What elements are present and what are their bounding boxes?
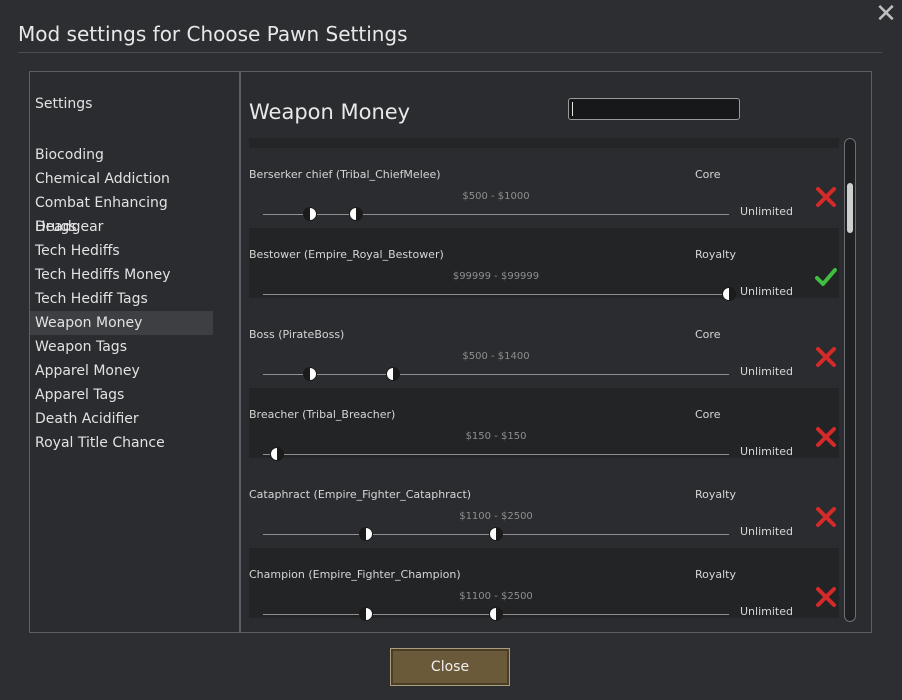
sidebar-item-apparel-money[interactable]: Apparel Money bbox=[30, 359, 213, 383]
row-name: Breacher (Tribal_Breacher) bbox=[249, 408, 396, 421]
row-limit: Unlimited bbox=[740, 605, 793, 618]
sidebar-item-chemical-addiction[interactable]: Chemical Addiction bbox=[30, 167, 213, 191]
row-source: Core bbox=[695, 328, 721, 341]
title-divider bbox=[18, 52, 882, 53]
sidebar-list: Biocoding Chemical Addiction Combat Enhanc… bbox=[30, 143, 239, 455]
row-name: Boss (PirateBoss) bbox=[249, 328, 345, 341]
sidebar-item-royal-title-chance[interactable]: Royal Title Chance bbox=[30, 431, 213, 455]
sidebar-item-tech-hediffs-money[interactable]: Tech Hediffs Money bbox=[30, 263, 213, 287]
close-icon[interactable]: ✕ bbox=[874, 1, 898, 27]
cross-icon[interactable] bbox=[815, 186, 837, 208]
row-name: Cataphract (Empire_Fighter_Cataphract) bbox=[249, 488, 472, 501]
sidebar-item-tech-hediff-tags[interactable]: Tech Hediff Tags bbox=[30, 287, 213, 311]
sidebar-heading: Settings bbox=[35, 96, 93, 112]
row-source: Core bbox=[695, 408, 721, 421]
table-row: Breacher (Tribal_Breacher) Core $150 - $15… bbox=[249, 388, 839, 461]
range-slider-max-handle[interactable] bbox=[489, 527, 503, 541]
row-range: $1100 - $2500 bbox=[459, 511, 533, 522]
sidebar-item-death-acidifier[interactable]: Death Acidifier bbox=[30, 407, 213, 431]
table-row: Bestower (Empire_Royal_Bestower) Royalty $… bbox=[249, 228, 839, 301]
checkmark-icon[interactable] bbox=[815, 266, 837, 288]
range-slider-max-handle[interactable] bbox=[489, 607, 503, 621]
range-slider-min-handle[interactable] bbox=[358, 607, 373, 621]
scrollbar[interactable] bbox=[844, 138, 856, 622]
search-input[interactable] bbox=[568, 98, 740, 120]
sidebar-item-weapon-money[interactable]: Weapon Money bbox=[30, 311, 213, 335]
range-slider-track[interactable] bbox=[263, 454, 729, 455]
cross-icon[interactable] bbox=[815, 506, 837, 528]
range-slider-track[interactable] bbox=[263, 374, 729, 375]
range-slider-track[interactable] bbox=[263, 214, 729, 215]
sidebar-item-biocoding[interactable]: Biocoding bbox=[30, 143, 213, 167]
row-limit: Unlimited bbox=[740, 205, 793, 218]
sidebar-item-apparel-tags[interactable]: Apparel Tags bbox=[30, 383, 213, 407]
row-source: Royalty bbox=[695, 248, 737, 261]
row-source: Royalty bbox=[695, 488, 737, 501]
row-range: $150 - $150 bbox=[465, 431, 527, 442]
sidebar-item-tech-hediffs[interactable]: Tech Hediffs bbox=[30, 239, 213, 263]
close-button[interactable]: Close bbox=[390, 648, 510, 686]
table-row: Berserker chief (Tribal_ChiefMelee) Core $… bbox=[249, 148, 839, 221]
row-range: $500 - $1000 bbox=[462, 191, 530, 202]
row-limit: Unlimited bbox=[740, 445, 793, 458]
dialog-title: Mod settings for Choose Pawn Settings bbox=[18, 22, 408, 46]
list-top-row bbox=[249, 138, 839, 148]
sidebar-item-weapon-tags[interactable]: Weapon Tags bbox=[30, 335, 213, 359]
range-slider-min-handle[interactable] bbox=[358, 527, 373, 541]
range-slider-max-handle[interactable] bbox=[269, 447, 284, 461]
cross-icon[interactable] bbox=[815, 586, 837, 608]
row-limit: Unlimited bbox=[740, 525, 793, 538]
row-limit: Unlimited bbox=[740, 365, 793, 378]
table-row: Boss (PirateBoss) Core $500 - $1400 Unlimit… bbox=[249, 308, 839, 381]
row-name: Berserker chief (Tribal_ChiefMelee) bbox=[249, 168, 441, 181]
table-row: Cataphract (Empire_Fighter_Cataphract) Ro… bbox=[249, 468, 839, 541]
range-slider-max-handle[interactable] bbox=[386, 367, 401, 381]
row-name: Champion (Empire_Fighter_Champion) bbox=[249, 568, 461, 581]
weapon-money-list: Berserker chief (Tribal_ChiefMelee) Core $… bbox=[249, 138, 839, 628]
cross-icon[interactable] bbox=[815, 346, 837, 368]
settings-sidebar: Settings Biocoding Chemical Addiction Comb… bbox=[29, 71, 240, 633]
range-slider-max-handle[interactable] bbox=[349, 207, 364, 221]
cross-icon[interactable] bbox=[815, 426, 837, 448]
row-source: Royalty bbox=[695, 568, 737, 581]
scrollbar-thumb[interactable] bbox=[847, 183, 853, 233]
row-range: $500 - $1400 bbox=[462, 351, 530, 362]
row-source: Core bbox=[695, 168, 721, 181]
sidebar-item-headgear[interactable]: Headgear bbox=[30, 215, 213, 239]
range-slider-min-handle[interactable] bbox=[302, 207, 317, 221]
mod-settings-dialog: ✕ Mod settings for Choose Pawn Settings … bbox=[0, 0, 902, 700]
range-slider-min-handle[interactable] bbox=[302, 367, 317, 381]
row-range: $99999 - $99999 bbox=[452, 271, 540, 282]
settings-content: Weapon Money Berserker chief (Tribal_Chi… bbox=[240, 71, 872, 633]
sidebar-item-combat-enhancing-drugs[interactable]: Combat Enhancing Drugs bbox=[30, 191, 213, 235]
row-limit: Unlimited bbox=[740, 285, 793, 298]
table-row: Champion (Empire_Fighter_Champion) Royalt… bbox=[249, 548, 839, 621]
text-caret bbox=[572, 102, 573, 116]
row-range: $1100 - $2500 bbox=[459, 591, 533, 602]
section-title: Weapon Money bbox=[249, 100, 411, 124]
range-slider-max-handle[interactable] bbox=[722, 287, 736, 301]
range-slider-track[interactable] bbox=[263, 294, 729, 295]
row-name: Bestower (Empire_Royal_Bestower) bbox=[249, 248, 444, 261]
